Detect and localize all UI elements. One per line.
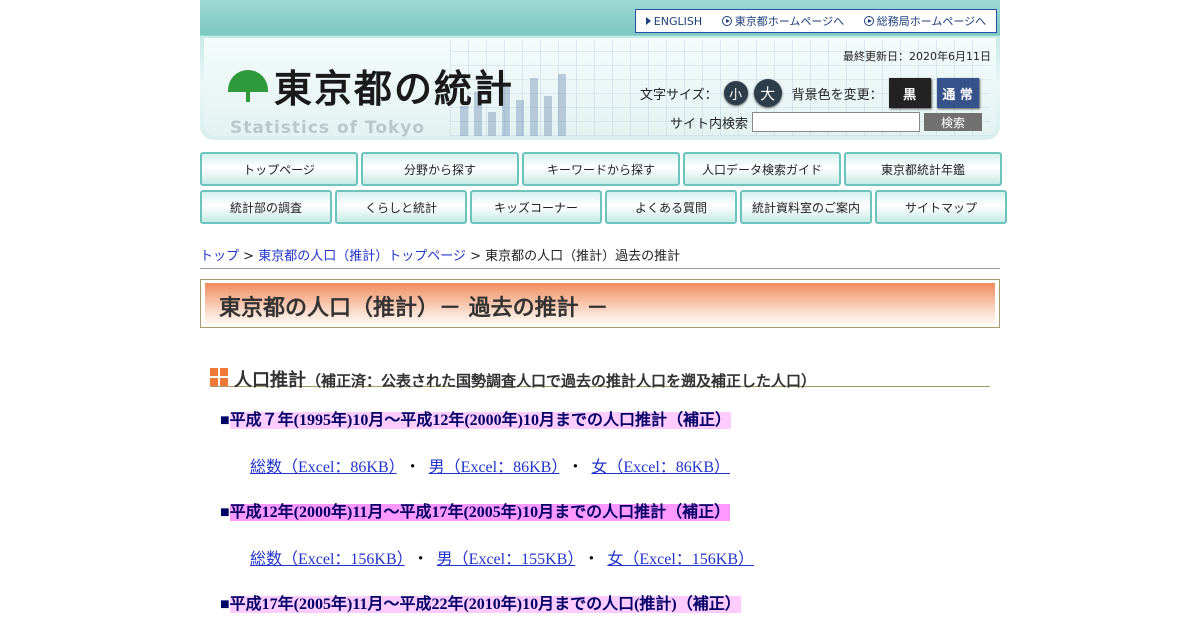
page-title: 東京都の人口（推計）－ 過去の推計 － <box>219 296 609 321</box>
separator-dot: ・ <box>412 551 429 568</box>
period-heading: ■平成12年(2000年)11月～平成17年(2005年)10月までの人口推計（… <box>220 498 731 522</box>
bullet-icon: ■ <box>220 412 230 429</box>
breadcrumb-separator: > <box>465 249 486 264</box>
circle-play-icon <box>721 16 732 26</box>
nav-library-guide[interactable]: 統計資料室のご案内 <box>740 190 872 224</box>
excel-total-link[interactable]: 総数（Excel：86KB） <box>250 459 397 476</box>
logo-text: 東京都の統計 <box>274 67 515 111</box>
bg-black-button[interactable]: 黒 <box>888 78 931 108</box>
nav-faq[interactable]: よくある質問 <box>605 190 737 224</box>
section-title: 人口推計（補正済：公表された国勢調査人口で過去の推計人口を遡及補正した人口） <box>234 366 816 392</box>
breadcrumb-separator: > <box>239 249 259 264</box>
section-subtitle: （補正済：公表された国勢調査人口で過去の推計人口を遡及補正した人口） <box>306 372 817 390</box>
font-size-label: 文字サイズ： <box>640 87 718 103</box>
font-small-button[interactable]: 小 <box>723 81 748 105</box>
bullet-icon: ■ <box>220 596 230 613</box>
last-updated: 最終更新日：2020年6月11日 <box>843 50 991 63</box>
nav-surveys[interactable]: 統計部の調査 <box>200 190 332 224</box>
excel-female-link[interactable]: 女（Excel：156KB） <box>607 551 754 568</box>
period-label: 平成７年(1995年)10月～平成12年(2000年)10月までの人口推計（補正… <box>229 412 731 429</box>
somukyoku-homepage-link[interactable]: 総務局ホームページへ <box>863 13 987 29</box>
search-label: サイト内検索 <box>670 116 749 132</box>
nav-life-statistics[interactable]: くらしと統計 <box>335 190 467 224</box>
site-search: サイト内検索 検索 <box>670 112 983 132</box>
nav-sitemap[interactable]: サイトマップ <box>875 190 1007 224</box>
excel-male-link[interactable]: 男（Excel：155KB） <box>437 551 576 568</box>
breadcrumb: トップ > 東京都の人口（推計）トップページ > 東京都の人口（推計）過去の推計 <box>200 245 680 264</box>
page-title-box: 東京都の人口（推計）－ 過去の推計 － <box>200 279 1000 328</box>
divider <box>200 268 1000 269</box>
file-links: 総数（Excel：156KB）・男（Excel：155KB）・女（Excel：1… <box>250 545 754 569</box>
bullet-icon: ■ <box>220 504 230 521</box>
separator-dot: ・ <box>567 459 584 476</box>
logo-subtitle: Statistics of Tokyo <box>230 118 426 138</box>
bg-color-label: 背景色を変更： <box>791 87 883 103</box>
bg-normal-button[interactable]: 通 常 <box>936 78 979 108</box>
circle-play-icon <box>863 16 874 26</box>
excel-female-link[interactable]: 女（Excel：86KB） <box>591 459 730 476</box>
english-link[interactable]: ENGLISH <box>645 14 703 28</box>
nav-row-1: トップページ 分野から探す キーワードから探す 人口データ検索ガイド 東京都統計… <box>200 152 1002 186</box>
nav-by-field[interactable]: 分野から探す <box>361 152 519 186</box>
top-links: ENGLISH 東京都ホームページへ 総務局ホームページへ <box>635 9 997 33</box>
nav-by-keyword[interactable]: キーワードから探す <box>522 152 680 186</box>
site-logo[interactable]: 東京都の統計 <box>228 58 514 113</box>
breadcrumb-current: 東京都の人口（推計）過去の推計 <box>485 249 681 264</box>
font-large-button[interactable]: 大 <box>753 79 782 107</box>
separator-dot: ・ <box>404 459 421 476</box>
breadcrumb-top-link[interactable]: トップ <box>200 249 239 264</box>
section-title-main: 人口推計 <box>234 370 306 391</box>
somukyoku-homepage-label: 総務局ホームページへ <box>876 15 987 28</box>
tokyo-homepage-link[interactable]: 東京都ホームページへ <box>721 13 845 29</box>
period-heading: ■平成17年(2005年)11月～平成22年(2010年)10月までの人口(推計… <box>220 590 741 614</box>
triangle-right-icon <box>645 17 651 25</box>
period-label: 平成12年(2000年)11月～平成17年(2005年)10月までの人口推計（補… <box>229 504 731 521</box>
file-links: 総数（Excel：86KB）・男（Excel：86KB）・女（Excel：86K… <box>250 453 730 477</box>
period-heading: ■平成７年(1995年)10月～平成12年(2000年)10月までの人口推計（補… <box>220 406 731 430</box>
english-link-label: ENGLISH <box>653 14 703 28</box>
nav-top-page[interactable]: トップページ <box>200 152 358 186</box>
breadcrumb-population-link[interactable]: 東京都の人口（推計）トップページ <box>258 249 466 264</box>
excel-total-link[interactable]: 総数（Excel：156KB） <box>250 551 405 568</box>
ginkgo-icon <box>228 66 268 106</box>
separator-dot: ・ <box>583 551 600 568</box>
nav-kids-corner[interactable]: キッズコーナー <box>470 190 602 224</box>
nav-yearbook[interactable]: 東京都統計年鑑 <box>844 152 1002 186</box>
search-input[interactable] <box>752 112 921 132</box>
display-controls: 文字サイズ： 小 大 背景色を変更： 黒 通 常 <box>640 78 979 108</box>
section-squares-icon <box>210 368 228 386</box>
excel-male-link[interactable]: 男（Excel：86KB） <box>429 459 560 476</box>
section-header: 人口推計（補正済：公表された国勢調査人口で過去の推計人口を遡及補正した人口） <box>210 366 990 391</box>
header-banner: ENGLISH 東京都ホームページへ 総務局ホームページへ 東京都の統計 Sta… <box>200 0 1000 140</box>
period-label: 平成17年(2005年)11月～平成22年(2010年)10月までの人口(推計)… <box>229 596 741 613</box>
nav-row-2: 統計部の調査 くらしと統計 キッズコーナー よくある質問 統計資料室のご案内 サ… <box>200 190 1007 224</box>
search-button[interactable]: 検索 <box>924 113 983 131</box>
tokyo-homepage-label: 東京都ホームページへ <box>734 15 845 28</box>
nav-population-guide[interactable]: 人口データ検索ガイド <box>683 152 841 186</box>
